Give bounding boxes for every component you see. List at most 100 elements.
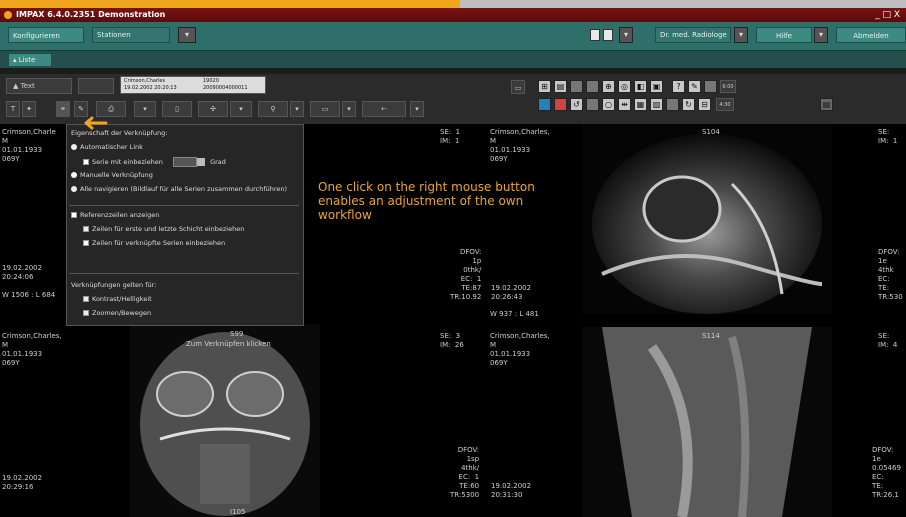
window-level-icon[interactable]: ◧ — [634, 80, 647, 93]
disabled-button[interactable] — [78, 78, 114, 94]
applies-for-label: Verknüpfungen gelten für: — [71, 281, 157, 289]
first-last-label: Zeilen für erste und letzte Schicht einb… — [92, 225, 245, 233]
layout2-icon[interactable] — [603, 29, 613, 41]
print-icon[interactable]: ⎙ — [96, 101, 126, 117]
include-series-checkbox[interactable] — [83, 159, 89, 165]
arrow-dropdown[interactable]: ▾ — [410, 101, 424, 117]
cell3-series-info: SE: IM: 1 — [878, 128, 898, 145]
navigate-all-radio[interactable] — [71, 186, 77, 192]
reset-icon[interactable]: ↻ — [682, 98, 695, 111]
search-icon[interactable]: ⚲ — [258, 101, 288, 117]
grad-input[interactable] — [173, 157, 198, 167]
stationen-select[interactable]: Stationen — [92, 27, 170, 43]
link-tool-icon[interactable]: ⚭ — [56, 101, 70, 117]
cell2-patient-info: Crimson,Charles, M 01.01.1933 069Y — [490, 128, 550, 163]
measure-icon[interactable]: ⊕ — [602, 80, 615, 93]
cell2-window-level: W 937 : L 481 — [490, 310, 539, 318]
page-icon[interactable]: ▭ — [310, 101, 340, 117]
export-icon[interactable]: ▦ — [634, 98, 647, 111]
save-icon[interactable]: ▣ — [650, 80, 663, 93]
manual-link-radio[interactable] — [71, 172, 77, 178]
linked-series-label: Zeilen für verknüpfte Serien einbeziehen — [92, 239, 226, 247]
grad-spinner[interactable] — [197, 158, 206, 166]
pencil-tool-icon[interactable]: ✎ — [74, 101, 88, 117]
hilfe-label: Hilfe — [776, 32, 792, 40]
user-select[interactable]: Dr. med. Radiologe — [655, 27, 731, 43]
top-strip — [0, 0, 906, 8]
first-last-checkbox[interactable] — [83, 226, 89, 232]
page-dropdown[interactable]: ▾ — [342, 101, 356, 117]
callout-text: One click on the right mouse button enab… — [318, 180, 535, 222]
key-image-icon[interactable]: ▤ — [820, 98, 833, 111]
navigate-all-option[interactable]: Alle navigieren (Bildlauf für alle Serie… — [71, 185, 287, 193]
search-dropdown[interactable]: ▾ — [290, 101, 304, 117]
patient-name: Crimson,Charles — [124, 78, 166, 84]
stack-icon[interactable] — [586, 80, 599, 93]
ruler-icon[interactable] — [704, 80, 717, 93]
liste-button[interactable]: ▴ Liste — [8, 53, 52, 67]
layout-grid-dropdown[interactable]: ▾ — [230, 101, 252, 117]
auto-link-option[interactable]: Automatischer Link — [71, 143, 143, 151]
grid-icon[interactable]: ⊞ — [538, 80, 551, 93]
hilfe-button[interactable]: Hilfe — [756, 27, 812, 43]
contrast-option[interactable]: Kontrast/Helligkeit — [83, 295, 152, 303]
window-icon[interactable]: ▭ — [511, 80, 525, 94]
cine-icon[interactable]: ⊟ — [698, 98, 711, 111]
zoom-option[interactable]: Zoomen/Bewegen — [83, 309, 151, 317]
wrench-icon[interactable]: ✎ — [688, 80, 701, 93]
window-title: IMPAX 6.4.0.2351 Demonstration — [16, 10, 166, 19]
show-ref-lines-checkbox[interactable] — [71, 212, 77, 218]
target-icon[interactable]: ◎ — [618, 80, 631, 93]
linked-series-checkbox[interactable] — [83, 240, 89, 246]
monitor-icon[interactable]: ▤ — [554, 80, 567, 93]
manual-link-option[interactable]: Manuelle Verknüpfung — [71, 171, 153, 179]
count-b-display: 4:30 — [716, 98, 734, 111]
contrast-checkbox[interactable] — [83, 296, 89, 302]
konfigurieren-label: Konfigurieren — [13, 32, 60, 40]
row2-cell3-series-info: SE: IM: 4 — [878, 332, 898, 349]
count-a-display: 6:00 — [720, 80, 736, 93]
rotate-left-icon[interactable]: ↺ — [570, 98, 583, 111]
hilfe-dropdown[interactable]: ▾ — [814, 27, 828, 43]
flip-icon[interactable]: ⇹ — [618, 98, 631, 111]
main-toolbar: Konfigurieren Stationen ▾ ▾ Dr. med. Rad… — [0, 22, 906, 50]
manual-link-label: Manuelle Verknüpfung — [80, 171, 153, 179]
show-ref-lines-option[interactable]: Referenzzeilen anzeigen — [71, 211, 159, 219]
include-series-option[interactable]: Serie mit einbeziehen Grad — [83, 157, 226, 167]
zoom-checkbox[interactable] — [83, 310, 89, 316]
pointer-tool-icon[interactable]: ✦ — [22, 101, 36, 117]
arrow-left-icon[interactable]: ⇠ — [362, 101, 406, 117]
mri-coronal-image[interactable] — [130, 324, 320, 517]
include-series-label: Serie mit einbeziehen — [92, 158, 163, 166]
mri-knee-image[interactable] — [582, 124, 832, 314]
link-properties-menu: Eigenschaft der Verknüpfung: Automatisch… — [66, 124, 304, 326]
circle-icon[interactable]: ○ — [602, 98, 615, 111]
image-icon[interactable]: ▨ — [650, 98, 663, 111]
color-icon[interactable] — [538, 98, 551, 111]
linked-series-option[interactable]: Zeilen für verknüpfte Serien einbeziehen — [83, 239, 225, 247]
window-controls[interactable]: _ □ X — [875, 8, 900, 22]
text-button[interactable]: ▲ Text — [6, 78, 72, 94]
text-tool-icon[interactable]: T — [6, 101, 20, 117]
invert-icon[interactable] — [666, 98, 679, 111]
text-label: Text — [20, 82, 35, 90]
row2-cell2-patient-info: Crimson,Charles, M 01.01.1933 069Y — [490, 332, 550, 367]
stationen-dropdown[interactable]: ▾ — [178, 27, 196, 43]
layout-grid-icon[interactable]: ✣ — [198, 101, 228, 117]
first-last-option[interactable]: Zeilen für erste und letzte Schicht einb… — [83, 225, 244, 233]
show-ref-lines-label: Referenzzeilen anzeigen — [80, 211, 160, 219]
row2-cell1-date-info: 19.02.2002 20:29:16 — [2, 474, 43, 491]
rotate-right-icon[interactable] — [586, 98, 599, 111]
hand-icon[interactable] — [570, 80, 583, 93]
abmelden-button[interactable]: Abmelden — [836, 27, 906, 43]
auto-link-radio[interactable] — [71, 144, 77, 150]
layout-dropdown[interactable]: ▾ — [619, 27, 633, 43]
help-icon[interactable]: ? — [672, 80, 685, 93]
konfigurieren-button[interactable]: Konfigurieren — [8, 27, 84, 43]
mri-sagittal-image[interactable] — [582, 327, 832, 517]
layout-icon[interactable] — [590, 29, 600, 41]
print-dropdown[interactable]: ▾ — [134, 101, 156, 117]
user-dropdown[interactable]: ▾ — [734, 27, 748, 43]
document-icon[interactable]: ▯ — [162, 101, 192, 117]
annotation-icon[interactable] — [554, 98, 567, 111]
